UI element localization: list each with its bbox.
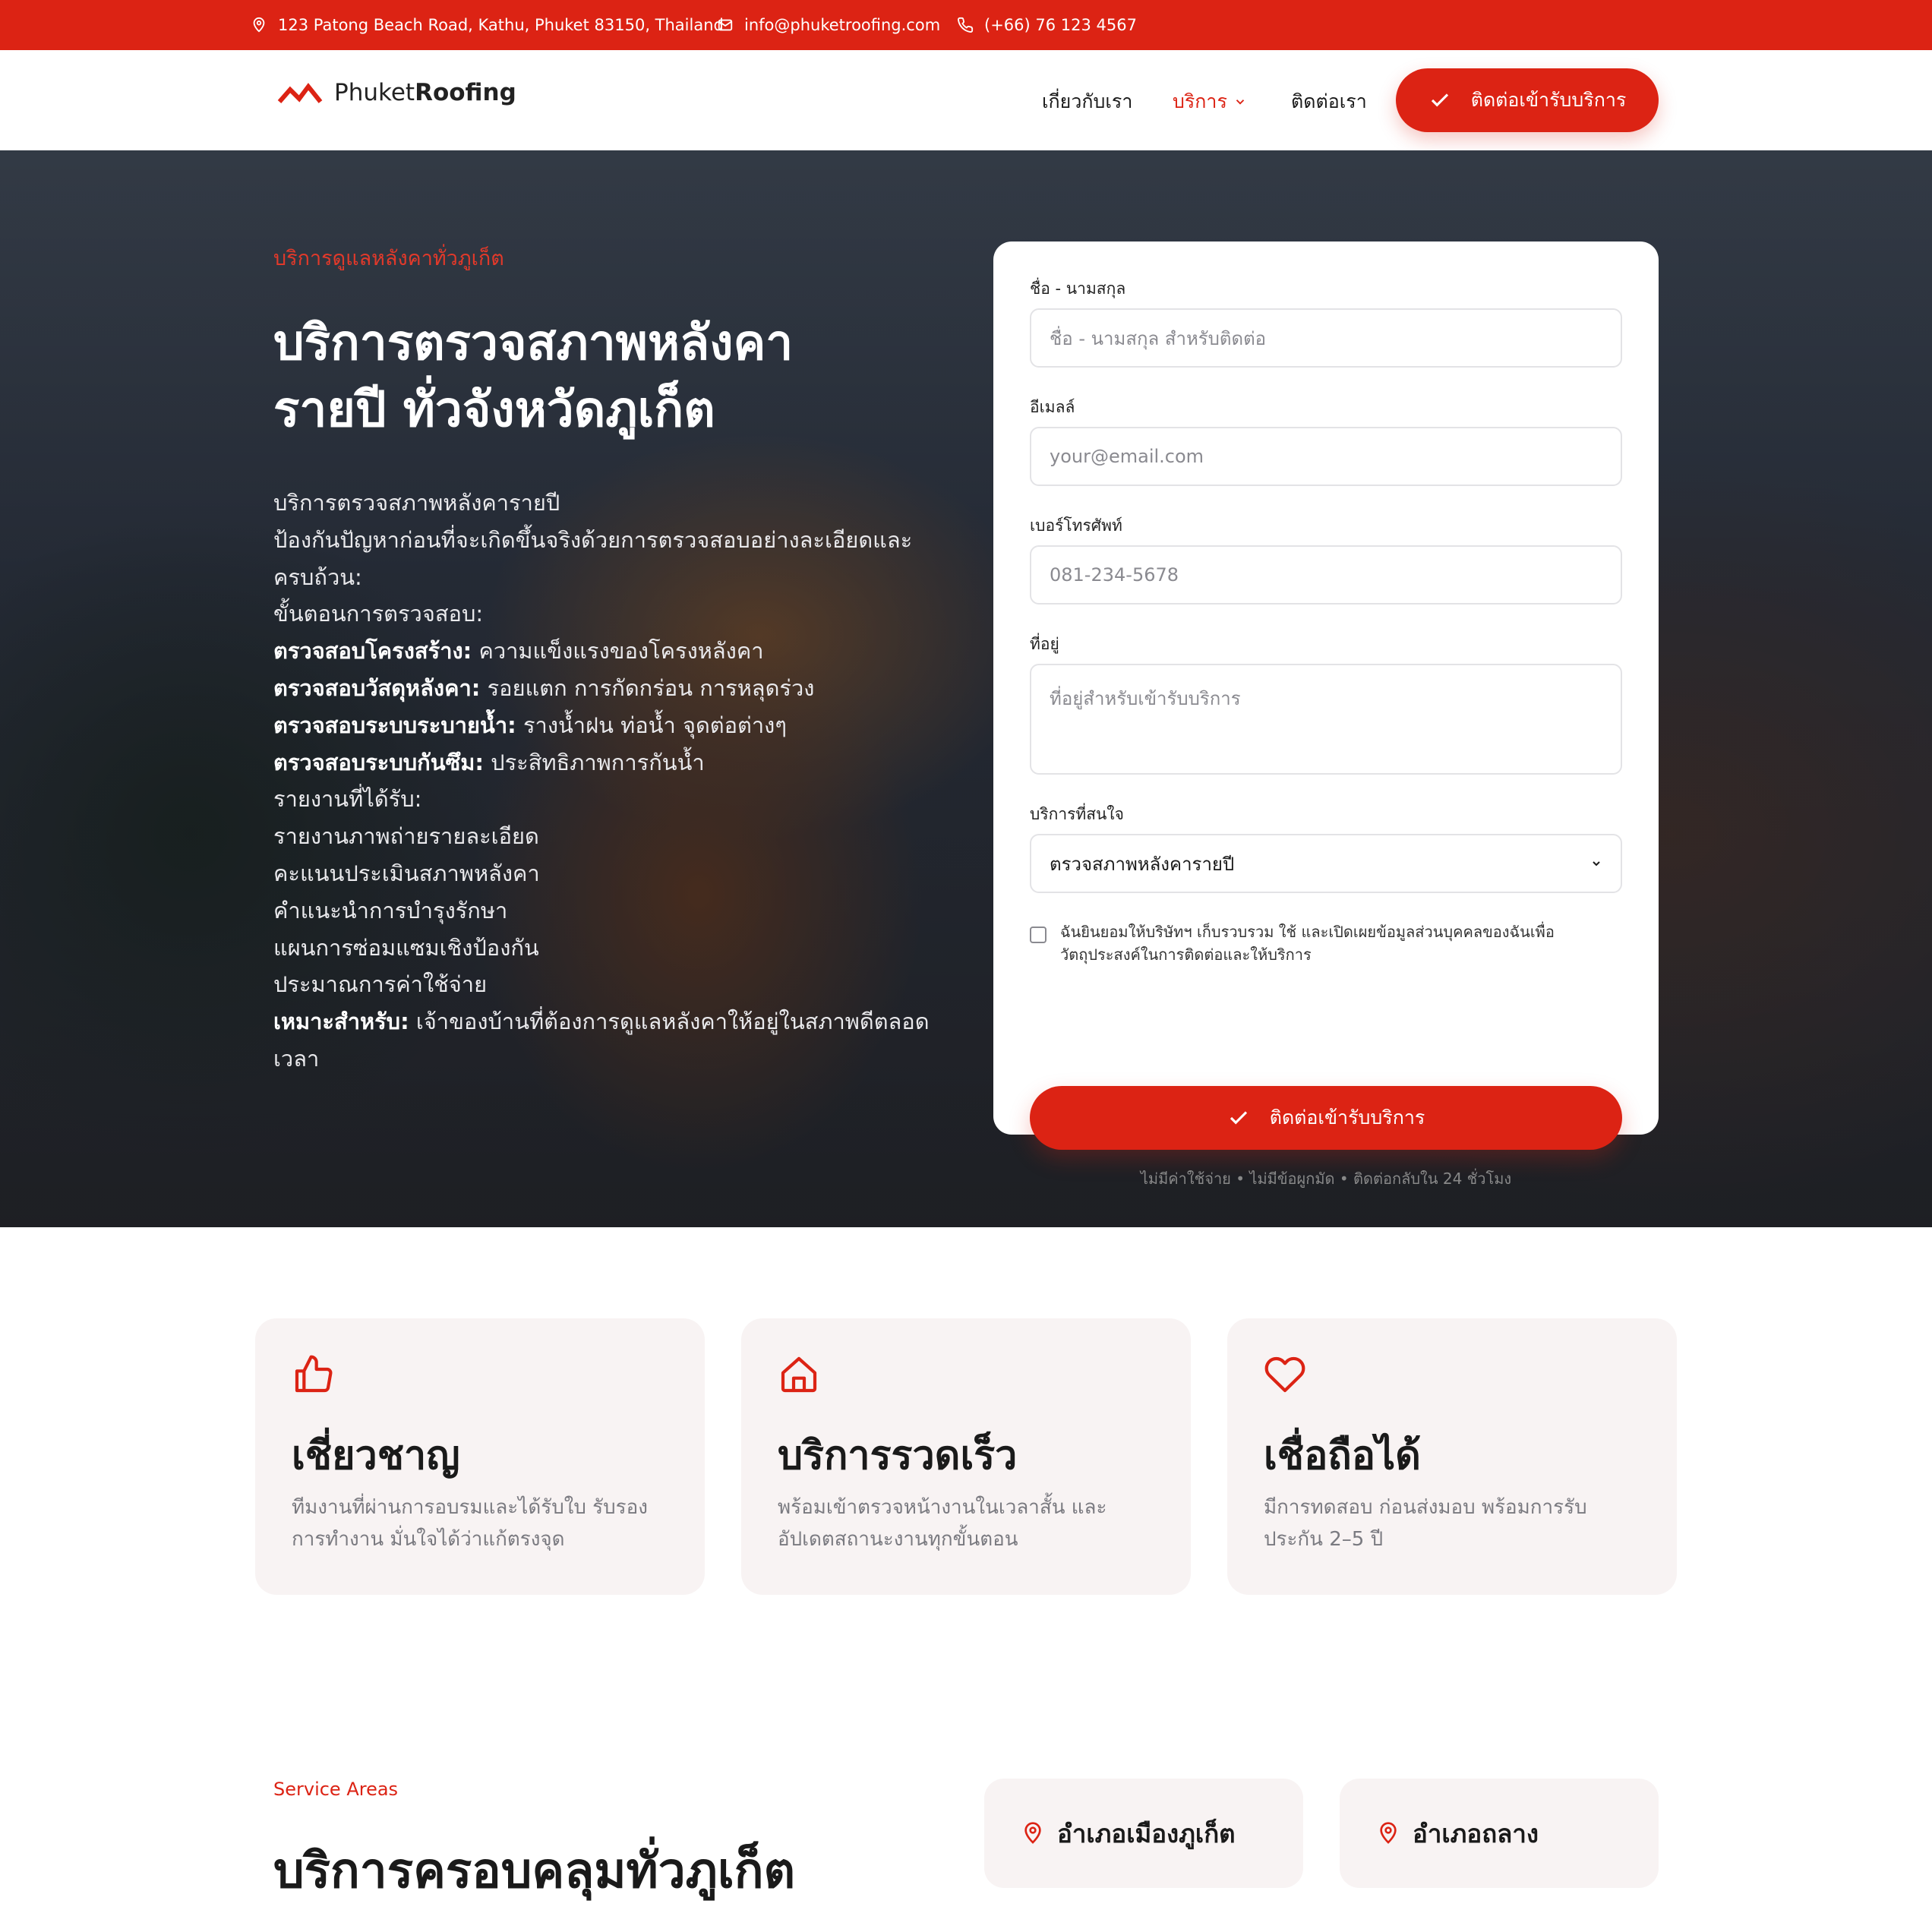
home-icon bbox=[781, 1356, 817, 1393]
step-item: ตรวจสอบระบบระบายน้ำ: รางน้ำฝน ท่อน้ำ จุด… bbox=[273, 712, 787, 738]
area-card[interactable]: อำเภอเมืองภูเก็ต bbox=[984, 1779, 1303, 1888]
contact-form: ชื่อ - นามสกุล ชื่อ - นามสกุล สำหรับติดต… bbox=[993, 242, 1659, 1188]
form-disclaimer: ไม่มีค่าใช้จ่าย • ไม่มีข้อผูกมัด • ติดต่… bbox=[1140, 1170, 1512, 1188]
site-header: PhuketRoofing เกี่ยวกับเรา บริการ ติดต่อ… bbox=[0, 50, 1932, 150]
report-item: แผนการซ่อมแซมเชิงป้องกัน bbox=[273, 934, 539, 961]
address-label: ที่อยู่ bbox=[1030, 635, 1059, 653]
header-cta-button[interactable]: ติดต่อเข้ารับบริการ bbox=[1396, 68, 1659, 132]
suitable-for: เหมาะสำหรับ: เจ้าของบ้านที่ต้องการดูแลหล… bbox=[273, 1009, 930, 1072]
feature-card: เชี่ยวชาญ ทีมงานที่ผ่านการอบรมและได้รับใ… bbox=[255, 1318, 705, 1595]
thumbs-up-icon bbox=[295, 1355, 333, 1393]
name-input[interactable]: ชื่อ - นามสกุล สำหรับติดต่อ bbox=[1030, 308, 1622, 368]
mail-icon bbox=[718, 19, 733, 31]
hero-section: บริการดูแลหลังคาทั่วภูเก็ต บริการตรวจสภา… bbox=[0, 150, 1932, 1227]
feature-title: เชื่อถือได้ bbox=[1264, 1433, 1421, 1479]
nav-contact[interactable]: ติดต่อเรา bbox=[1291, 87, 1367, 117]
name-label: ชื่อ - นามสกุล bbox=[1030, 279, 1126, 298]
feature-title: เชี่ยวชาญ bbox=[292, 1433, 460, 1479]
feature-card: เชื่อถือได้ มีการทดสอบ ก่อนส่งมอบ พร้อมก… bbox=[1227, 1318, 1677, 1595]
step-item: ตรวจสอบวัสดุหลังคา: รอยแตก การกัดกร่อน ก… bbox=[273, 674, 815, 701]
area-name: อำเภอถลาง bbox=[1413, 1818, 1539, 1848]
phone-item[interactable]: (+66) 76 123 4567 bbox=[957, 0, 1137, 50]
phone-icon bbox=[958, 17, 974, 33]
report-item: คะแนนประเมินสภาพหลังคา bbox=[273, 860, 540, 886]
chevron-down-icon bbox=[1593, 861, 1600, 867]
area-card[interactable]: อำเภอถลาง bbox=[1340, 1779, 1659, 1888]
hero-eyebrow: บริการดูแลหลังคาทั่วภูเก็ต bbox=[273, 247, 504, 270]
consent-checkbox[interactable] bbox=[1030, 927, 1046, 943]
report-item: ประมาณการค่าใช้จ่าย bbox=[273, 971, 488, 998]
service-label: บริการที่สนใจ bbox=[1030, 805, 1124, 823]
email-input[interactable]: your@email.com bbox=[1030, 427, 1622, 486]
hero-intro: บริการตรวจสภาพหลังคารายปี bbox=[273, 490, 560, 516]
hero-title: บริการตรวจสภาพหลังคา รายปี ทั่วจังหวัดภูเ… bbox=[273, 315, 794, 439]
email-link[interactable]: info@phuketroofing.com bbox=[744, 16, 940, 34]
report-heading: รายงานที่ได้รับ: bbox=[273, 786, 422, 813]
address-text: 123 Patong Beach Road, Kathu, Phuket 831… bbox=[278, 16, 724, 34]
feature-text: มีการทดสอบ ก่อนส่งมอบ พร้อมการรับประกัน … bbox=[1264, 1496, 1587, 1551]
chevron-down-icon bbox=[1236, 99, 1245, 105]
map-pin-icon bbox=[1380, 1822, 1397, 1844]
service-select-value: ตรวจสภาพหลังคารายปี bbox=[1050, 853, 1235, 875]
service-select[interactable]: ตรวจสภาพหลังคารายปี bbox=[1030, 834, 1622, 893]
feature-title: บริการรวดเร็ว bbox=[778, 1433, 1018, 1479]
map-pin-icon bbox=[1024, 1822, 1041, 1844]
map-pin-icon bbox=[253, 17, 265, 33]
check-icon bbox=[1230, 1111, 1247, 1125]
step-item: ตรวจสอบระบบกันซึม: ประสิทธิภาพการกันน้ำ bbox=[273, 749, 705, 775]
area-name: อำเภอเมืองภูเก็ต bbox=[1057, 1818, 1236, 1848]
feature-card: บริการรวดเร็ว พร้อมเข้าตรวจหน้างานในเวลา… bbox=[741, 1318, 1191, 1595]
feature-text: พร้อมเข้าตรวจหน้างานในเวลาสั้น และอัปเดต… bbox=[778, 1496, 1107, 1551]
nav-services[interactable]: บริการ bbox=[1173, 87, 1247, 117]
steps-heading: ขั้นตอนการตรวจสอบ: bbox=[273, 601, 484, 627]
step-item: ตรวจสอบโครงสร้าง: ความแข็งแรงของโครงหลัง… bbox=[273, 638, 764, 665]
email-label: อีเมลล์ bbox=[1030, 398, 1075, 416]
email-item[interactable]: info@phuketroofing.com bbox=[717, 0, 940, 50]
consent-text: ฉันยินยอมให้บริษัทฯ เก็บรวบรวม ใช้ และเป… bbox=[1060, 923, 1555, 964]
service-areas-eyebrow: Service Areas bbox=[273, 1779, 399, 1800]
submit-label: ติดต่อเข้ารับบริการ bbox=[1269, 1106, 1425, 1129]
roof-logo-icon bbox=[277, 83, 323, 103]
report-item: คำแนะนำการบำรุงรักษา bbox=[273, 897, 508, 923]
phone-input[interactable]: 081-234-5678 bbox=[1030, 545, 1622, 605]
phone-label: เบอร์โทรศัพท์ bbox=[1030, 516, 1122, 535]
report-item: รายงานภาพถ่ายรายละเอียด bbox=[273, 823, 539, 850]
address-textarea[interactable]: ที่อยู่สำหรับเข้ารับบริการ bbox=[1030, 664, 1622, 775]
hero-intro-2: ป้องกันปัญหาก่อนที่จะเกิดขึ้นจริงด้วยการ… bbox=[273, 526, 913, 590]
phone-link[interactable]: (+66) 76 123 4567 bbox=[984, 16, 1137, 34]
header-cta-label: ติดต่อเข้ารับบริการ bbox=[1470, 89, 1627, 111]
nav-services-label: บริการ bbox=[1173, 90, 1227, 112]
top-contact-bar: 123 Patong Beach Road, Kathu, Phuket 831… bbox=[0, 0, 1932, 50]
submit-button[interactable]: ติดต่อเข้ารับบริการ bbox=[1030, 1086, 1622, 1150]
logo-text: PhuketRoofing bbox=[334, 79, 516, 106]
address-item: 123 Patong Beach Road, Kathu, Phuket 831… bbox=[251, 0, 724, 50]
service-areas-title: บริการครอบคลุมทั่วภูเก็ต bbox=[273, 1843, 796, 1899]
hero-description: บริการตรวจสภาพหลังคารายปี ป้องกันปัญหาก่… bbox=[273, 485, 942, 1078]
site-logo[interactable]: PhuketRoofing bbox=[276, 79, 516, 106]
nav-about[interactable]: เกี่ยวกับเรา bbox=[1042, 87, 1132, 117]
heart-icon bbox=[1264, 1356, 1305, 1393]
feature-text: ทีมงานที่ผ่านการอบรมและได้รับใบ รับรองกา… bbox=[292, 1496, 648, 1551]
check-icon bbox=[1431, 93, 1448, 107]
